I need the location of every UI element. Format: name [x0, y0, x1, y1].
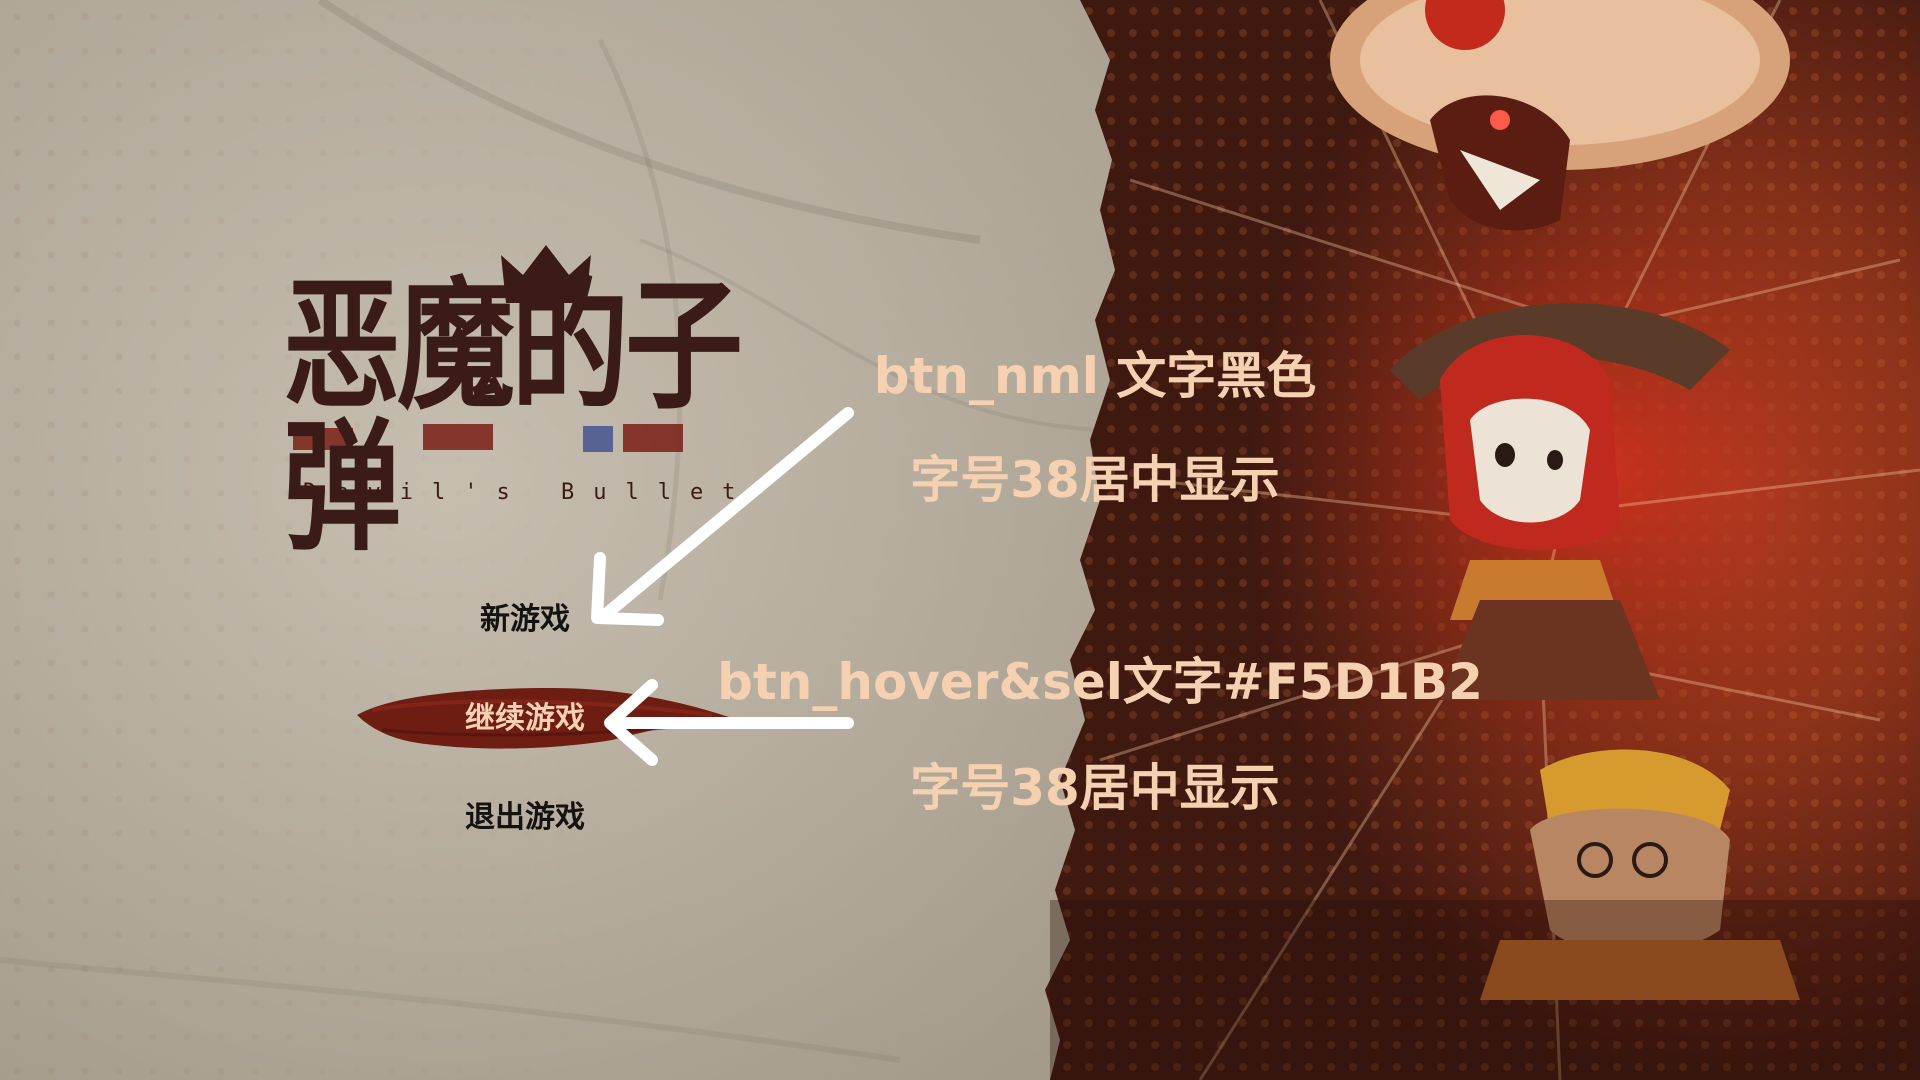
annotation-hover-line1: btn_hover&sel文字#F5D1B2	[717, 653, 1483, 711]
annotation-hover-line2: 字号38居中显示	[910, 759, 1280, 817]
game-logo: 恶魔的子弹 Devil's Bullet	[283, 245, 783, 558]
annotation-normal-line2: 字号38居中显示	[910, 451, 1280, 509]
game-subtitle: Devil's Bullet	[303, 480, 755, 505]
annotation-normal-line1: btn_nml 文字黑色	[873, 347, 1317, 405]
new-game-button[interactable]: 新游戏	[400, 586, 650, 646]
quit-game-button[interactable]: 退出游戏	[400, 784, 650, 844]
game-title: 恶魔的子弹	[283, 261, 743, 571]
continue-game-button[interactable]: 继续游戏	[400, 685, 650, 745]
